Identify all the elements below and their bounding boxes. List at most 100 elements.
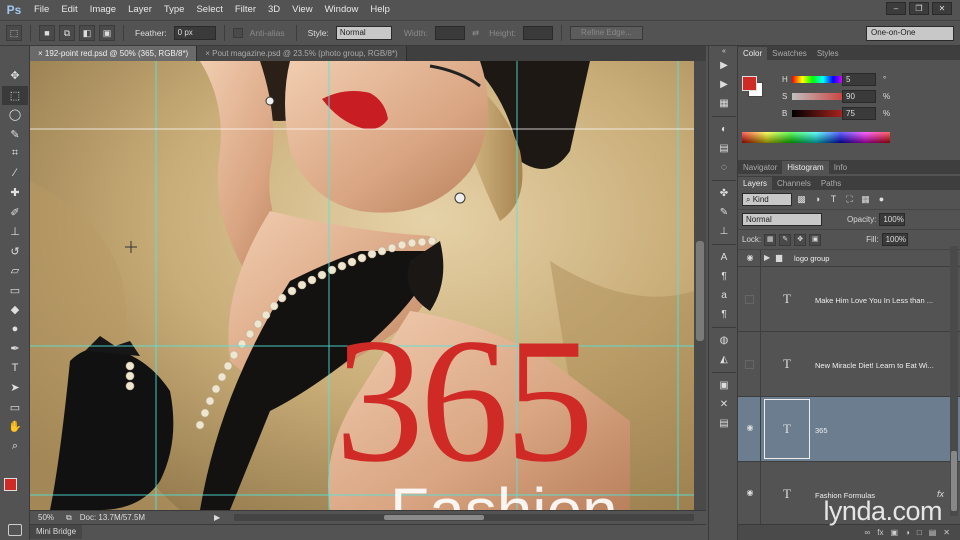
styles-panel-icon[interactable]: ▤	[709, 139, 739, 158]
tab-close-icon[interactable]: ×	[205, 49, 210, 58]
opacity-input[interactable]: 100%	[879, 213, 906, 226]
foreground-color-swatch[interactable]	[742, 76, 757, 91]
gradient-tool-icon[interactable]: ▭	[2, 281, 28, 301]
marquee-tool-icon[interactable]: ⬚	[2, 85, 28, 105]
subtract-selection-icon[interactable]: ◧	[79, 25, 95, 41]
dodge-tool-icon[interactable]: ●	[2, 320, 28, 340]
layer-row[interactable]: ◉ ▶ ▆ logo group	[738, 250, 960, 267]
tab-styles[interactable]: Styles	[812, 47, 844, 60]
antialias-checkbox[interactable]	[232, 28, 243, 38]
type-filter-icon[interactable]: T	[827, 193, 840, 206]
menu-view[interactable]: View	[286, 0, 318, 20]
hue-value[interactable]: 5	[842, 73, 876, 86]
swatches-panel-icon[interactable]: ▦	[709, 94, 739, 113]
adjustment-layer-icon[interactable]: ◑	[905, 528, 910, 537]
tab-layers[interactable]: Layers	[738, 177, 773, 190]
close-window-button[interactable]: ✕	[932, 2, 952, 15]
canvas-horizontal-scrollbar[interactable]	[234, 514, 694, 521]
minimize-button[interactable]: –	[886, 2, 906, 15]
lasso-tool-icon[interactable]: ◯	[2, 105, 28, 125]
scroll-thumb[interactable]	[951, 451, 957, 511]
layer-kind-select[interactable]: ⌕ Kind	[742, 193, 792, 206]
layer-row-selected[interactable]: ◉ T 365	[738, 397, 960, 462]
restore-button[interactable]: ❐	[909, 2, 929, 15]
menu-edit[interactable]: Edit	[55, 0, 83, 20]
brush-tool-icon[interactable]: ✐	[2, 203, 28, 223]
adjustments-panel-icon[interactable]: ◐	[709, 120, 739, 139]
tool-preset-icon[interactable]: ⬚	[6, 25, 22, 41]
height-input[interactable]	[523, 26, 554, 40]
eye-icon[interactable]: ◉	[744, 488, 756, 500]
filter-toggle-icon[interactable]: ●	[875, 193, 888, 206]
healing-tool-icon[interactable]: ✚	[2, 183, 28, 203]
type-tool-icon[interactable]: T	[2, 359, 28, 379]
history-brush-tool-icon[interactable]: ↺	[2, 242, 28, 262]
layer-row[interactable]: T Make Him Love You In Less than ...	[738, 267, 960, 332]
menu-window[interactable]: Window	[319, 0, 365, 20]
layer-comps-icon[interactable]: ▣	[709, 376, 739, 395]
masks-panel-icon[interactable]: ◍	[709, 331, 739, 350]
eyedropper-tool-icon[interactable]: ⁄	[2, 164, 28, 184]
blur-tool-icon[interactable]: ◆	[2, 300, 28, 320]
style-select[interactable]: Normal	[335, 26, 392, 40]
document-tab-192-point-red[interactable]: × 192-point red.psd @ 50% (365, RGB/8*)	[30, 46, 198, 61]
dock-expand-icon[interactable]: «	[709, 46, 739, 56]
properties-panel-icon[interactable]: ◭	[709, 350, 739, 369]
crop-tool-icon[interactable]: ⌗	[2, 144, 28, 164]
move-tool-icon[interactable]: ✥	[2, 66, 28, 86]
tab-close-icon[interactable]: ×	[38, 49, 43, 58]
zoom-tool-icon[interactable]: ⌕	[2, 437, 28, 457]
actions-panel-icon[interactable]: ▶	[709, 75, 739, 94]
refine-edge-button[interactable]: Refine Edge...	[570, 26, 643, 40]
menu-3d[interactable]: 3D	[262, 0, 286, 20]
menu-filter[interactable]: Filter	[229, 0, 262, 20]
document-tab-pout-magazine[interactable]: × Pout magazine.psd @ 23.5% (photo group…	[197, 46, 407, 61]
new-group-icon[interactable]: □	[917, 528, 922, 537]
layers-scrollbar[interactable]	[950, 246, 958, 516]
menu-select[interactable]: Select	[190, 0, 228, 20]
shape-filter-icon[interactable]: ⛶	[843, 193, 856, 206]
layer-row[interactable]: T New Miracle Diet! Learn to Eat Wi...	[738, 332, 960, 397]
feather-input[interactable]: 0 px	[173, 26, 216, 40]
quick-mask-icon[interactable]	[8, 524, 22, 536]
lock-position-icon[interactable]: ✥	[794, 233, 807, 246]
swap-icon[interactable]: ⇄	[472, 28, 479, 39]
lock-transparency-icon[interactable]: ▦	[764, 233, 777, 246]
eraser-tool-icon[interactable]: ▱	[2, 261, 28, 281]
tab-color[interactable]: Color	[738, 47, 768, 60]
adjustment-filter-icon[interactable]: ◑	[811, 193, 824, 206]
width-input[interactable]	[434, 26, 465, 40]
brush-presets-icon[interactable]: ✎	[709, 203, 739, 222]
character-panel-icon[interactable]: A	[709, 248, 739, 267]
paragraph-styles-icon[interactable]: ¶	[709, 305, 739, 324]
shape-tool-icon[interactable]: ▭	[2, 398, 28, 418]
color-spectrum-ramp[interactable]	[742, 132, 890, 143]
zoom-level[interactable]: 50%	[30, 513, 66, 522]
visibility-toggle[interactable]	[745, 360, 754, 369]
visibility-toggle[interactable]	[745, 295, 754, 304]
eye-icon[interactable]: ◉	[744, 423, 756, 435]
delete-layer-icon[interactable]: ✕	[943, 528, 950, 537]
smart-object-filter-icon[interactable]: ▦	[859, 193, 872, 206]
saturation-value[interactable]: 90	[842, 90, 876, 103]
document-canvas[interactable]: 365 Fashion	[30, 61, 694, 510]
disclosure-triangle-icon[interactable]: ▶	[764, 253, 770, 262]
new-layer-icon[interactable]: ▤	[929, 528, 937, 537]
lock-pixels-icon[interactable]: ✎	[779, 233, 792, 246]
menu-layer[interactable]: Layer	[122, 0, 158, 20]
clone-stamp-tool-icon[interactable]: ⊥	[2, 222, 28, 242]
fill-input[interactable]: 100%	[881, 233, 908, 246]
tab-navigator[interactable]: Navigator	[738, 161, 782, 174]
menu-help[interactable]: Help	[364, 0, 396, 20]
hand-tool-icon[interactable]: ✋	[2, 417, 28, 437]
clone-source-icon[interactable]: ⊥	[709, 222, 739, 241]
brush-panel-icon[interactable]: ✤	[709, 184, 739, 203]
foreground-color-swatch[interactable]	[4, 478, 17, 491]
mini-bridge-tab[interactable]: Mini Bridge	[30, 525, 83, 539]
tab-paths[interactable]: Paths	[816, 177, 846, 190]
scroll-thumb[interactable]	[696, 241, 704, 341]
history-panel-icon[interactable]: ▶	[709, 56, 739, 75]
workspace-select[interactable]: One-on-One	[866, 26, 954, 41]
tab-info[interactable]: Info	[829, 161, 852, 174]
notes-icon[interactable]: ▤	[709, 414, 739, 433]
